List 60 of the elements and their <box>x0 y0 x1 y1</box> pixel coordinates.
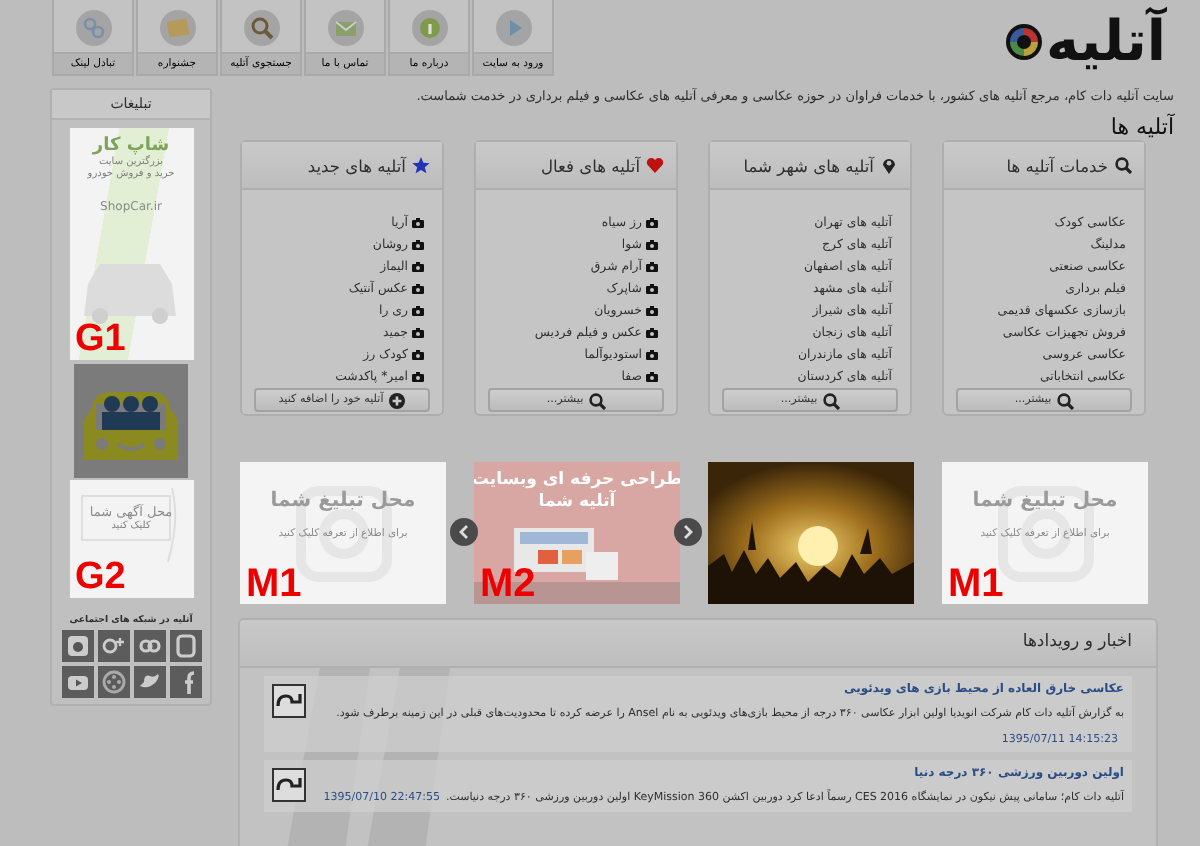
annotation-label: G1 <box>75 320 126 360</box>
star-icon <box>412 156 430 175</box>
camera-icon <box>646 306 658 317</box>
box-title: آتلیه های شهر شما <box>743 155 874 176</box>
ad-title: محل تبلیغ شما <box>972 490 1118 512</box>
previous-button[interactable] <box>450 514 478 550</box>
next-button[interactable] <box>674 514 702 550</box>
camera-icon <box>412 350 424 361</box>
box-title: آتلیه های فعال <box>540 155 640 176</box>
plus-icon <box>387 391 406 410</box>
social-icon[interactable] <box>169 630 201 662</box>
envelope-icon <box>325 8 365 48</box>
logo-icon <box>1004 22 1045 62</box>
play-icon <box>493 8 533 48</box>
car-icon[interactable] <box>74 364 188 478</box>
social-icon[interactable] <box>61 666 93 698</box>
car-drawing <box>83 260 179 324</box>
annotation-label: M2 <box>480 564 536 604</box>
camera-icon <box>646 218 658 229</box>
ad-title: آتلیه شما <box>538 492 616 514</box>
picture-icon <box>157 8 197 48</box>
camera-icon <box>412 262 424 273</box>
link-icon <box>73 8 113 48</box>
social-icon[interactable] <box>97 666 129 698</box>
search-icon <box>1114 156 1132 175</box>
section-title: آتلیه ها <box>1108 114 1174 140</box>
social-icon[interactable] <box>133 666 165 698</box>
search-icon <box>1055 391 1074 410</box>
box-title: خدمات آتلیه ها <box>1006 155 1108 176</box>
heart-icon <box>646 156 664 175</box>
search-icon <box>821 391 840 410</box>
annotation-label: M1 <box>948 564 1004 604</box>
camera-icon <box>412 328 424 339</box>
social-icon[interactable] <box>169 666 201 698</box>
social-icon[interactable] <box>61 630 93 662</box>
search-icon <box>587 391 606 410</box>
annotation-label: M1 <box>246 564 302 604</box>
camera-icon <box>646 284 658 295</box>
camera-icon <box>412 306 424 317</box>
map-pin-icon <box>880 156 898 175</box>
camera-icon <box>646 262 658 273</box>
camera-icon <box>412 218 424 229</box>
camera-icon <box>646 350 658 361</box>
camera-icon <box>412 284 424 295</box>
info-icon <box>409 8 449 48</box>
camera-icon <box>646 328 658 339</box>
box-title: آتلیه های جدید <box>307 155 406 176</box>
logo-icon <box>272 684 306 718</box>
social-icon[interactable] <box>133 630 165 662</box>
logo-icon <box>272 768 306 802</box>
camera-icon <box>646 372 658 383</box>
site-logo[interactable]: آتلیه <box>1046 12 1166 72</box>
camera-icon <box>646 240 658 251</box>
search-icon <box>241 8 281 48</box>
camera-icon <box>412 240 424 251</box>
social-icon[interactable] <box>97 630 129 662</box>
annotation-label: G2 <box>75 558 126 598</box>
ad-title: محل تبلیغ شما <box>270 490 416 512</box>
camera-icon <box>412 372 424 383</box>
news-title: اخبار و رویدادها <box>240 620 1156 668</box>
